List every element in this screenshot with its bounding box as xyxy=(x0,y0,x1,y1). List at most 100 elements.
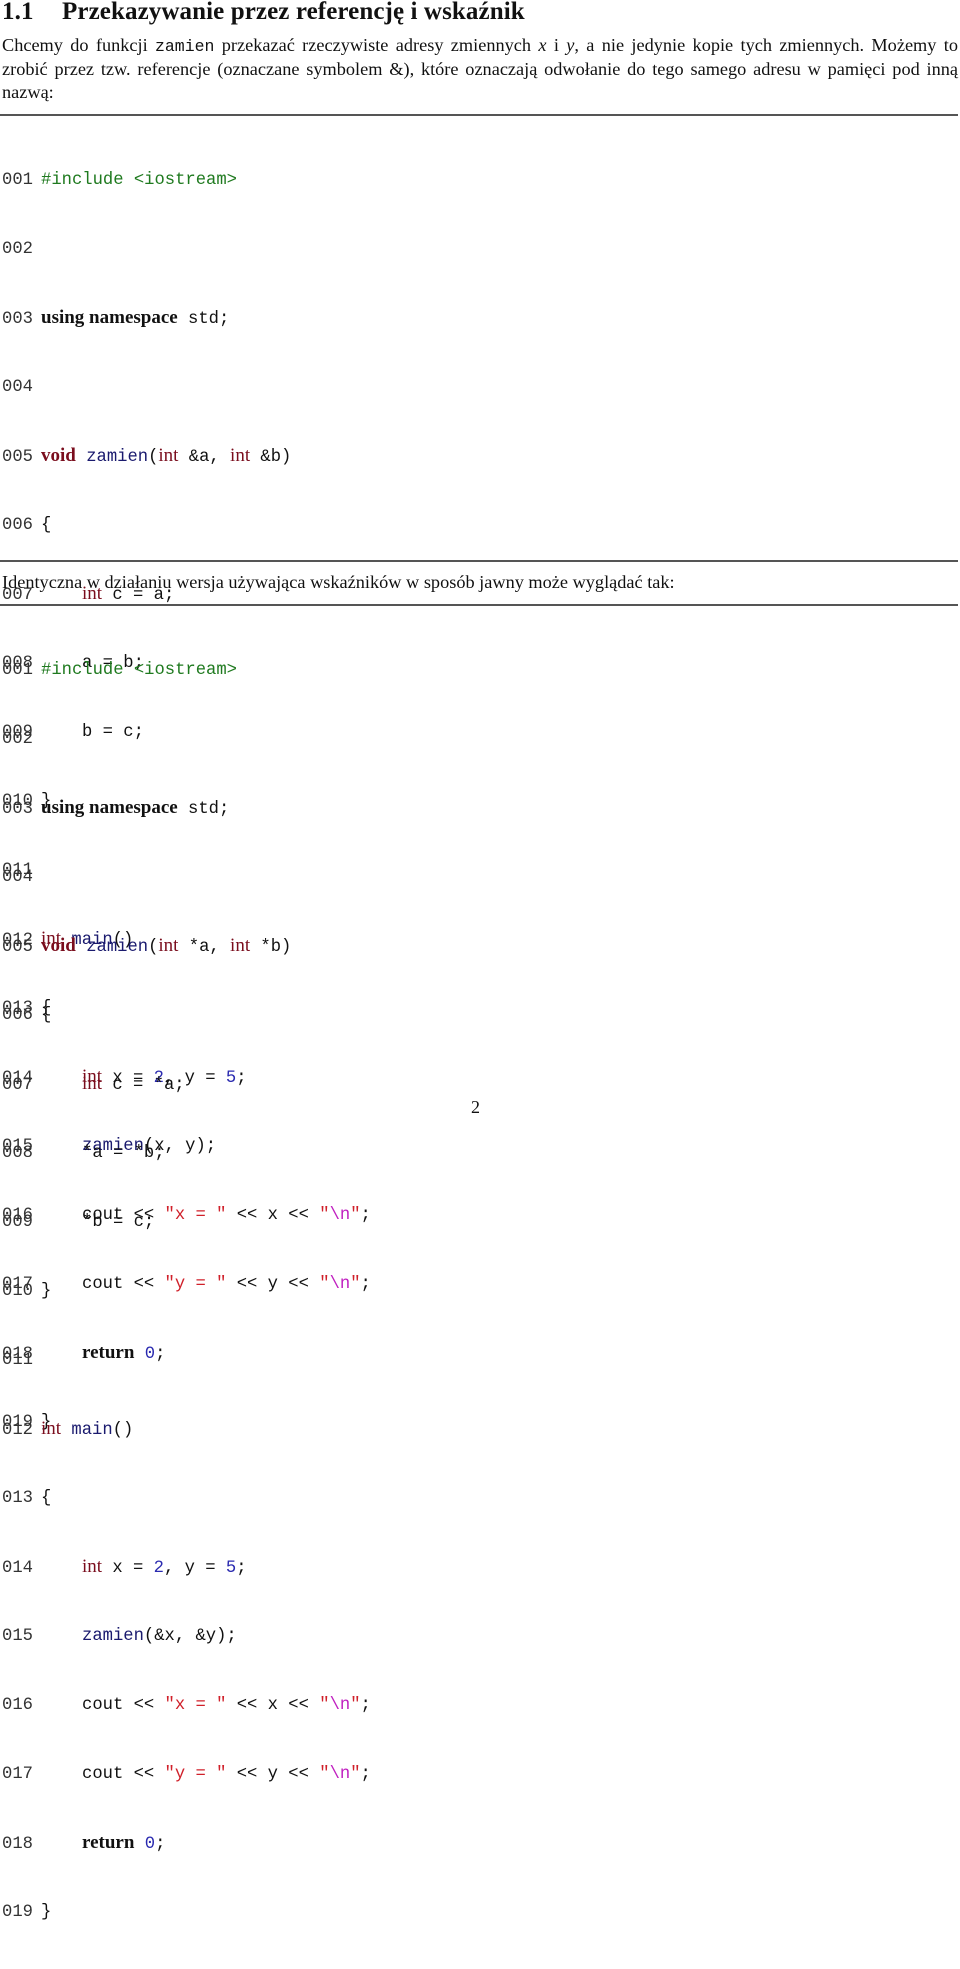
line-number: 012 xyxy=(2,1421,33,1440)
intro-text: Chcemy do funkcji xyxy=(2,35,155,55)
keyword: using namespace xyxy=(41,797,178,818)
code-line: 003 using namespace std; xyxy=(2,796,371,819)
code-line: 014 int x = 2, y = 5; xyxy=(2,1555,371,1578)
code-line: 007 int c = *a; xyxy=(2,1072,371,1095)
string-literal: " xyxy=(319,1696,330,1715)
code-text: { xyxy=(41,516,52,535)
function-name: main xyxy=(71,1421,113,1440)
line-number: 014 xyxy=(2,1559,33,1578)
line-number: 005 xyxy=(2,938,33,957)
code-text: ; xyxy=(236,1559,247,1578)
line-number: 013 xyxy=(2,1489,33,1508)
line-number: 010 xyxy=(2,1282,33,1301)
section-number: 1.1 xyxy=(2,0,34,25)
code-text: ( xyxy=(148,938,159,957)
listing-top-rule xyxy=(0,604,958,606)
line-number: 018 xyxy=(2,1835,33,1854)
code-line: 013 { xyxy=(2,1486,371,1509)
section-title: Przekazywanie przez referencję i wskaźni… xyxy=(62,0,525,25)
keyword: using namespace xyxy=(41,307,178,328)
listing-top-rule xyxy=(0,114,958,116)
code-text: *b = c; xyxy=(82,1213,155,1232)
number-literal: 0 xyxy=(144,1835,156,1854)
code-text: &b) xyxy=(250,448,292,467)
intro-paragraph: Chcemy do funkcji zamien przekazać rzecz… xyxy=(2,34,958,104)
code-line: 012 int main() xyxy=(2,1417,371,1440)
escape-sequence: \n xyxy=(329,1765,351,1784)
preprocessor: #include <iostream> xyxy=(41,661,237,680)
function-name: zamien xyxy=(86,448,149,467)
line-number: 017 xyxy=(2,1765,33,1784)
code-text: (&x, &y); xyxy=(143,1627,237,1646)
line-number: 005 xyxy=(2,448,33,467)
code-line: 017 cout << "y = " << y << "\n"; xyxy=(2,1762,371,1785)
line-number: 009 xyxy=(2,1213,33,1232)
line-number: 006 xyxy=(2,1006,33,1025)
code-text: () xyxy=(112,1421,134,1440)
keyword: return xyxy=(82,1832,135,1853)
code-line: 004 xyxy=(2,865,371,888)
code-line: 003 using namespace std; xyxy=(2,306,371,329)
keyword: int xyxy=(158,935,179,956)
line-number: 006 xyxy=(2,516,33,535)
string-literal: "x = " xyxy=(164,1696,227,1715)
keyword: void xyxy=(41,935,76,956)
code-text: std; xyxy=(177,800,230,819)
string-literal: " xyxy=(319,1765,330,1784)
keyword: int xyxy=(82,1556,103,1577)
code-text: } xyxy=(41,1903,52,1922)
code-listing-pointers: 001 #include <iostream> 002 003 using name… xyxy=(2,612,371,1969)
code-text: *a = *b; xyxy=(82,1144,165,1163)
code-text: c = *a; xyxy=(102,1076,185,1095)
code-text: ; xyxy=(360,1765,371,1784)
number-literal: 2 xyxy=(153,1559,164,1578)
line-number: 004 xyxy=(2,868,33,887)
line-number: 002 xyxy=(2,240,33,259)
code-text: ( xyxy=(148,448,159,467)
code-line: 011 xyxy=(2,1348,371,1371)
code-text: cout << xyxy=(82,1696,165,1715)
code-text: } xyxy=(41,1282,52,1301)
code-line: 005 void zamien(int *a, int *b) xyxy=(2,934,371,957)
function-name: zamien xyxy=(86,938,149,957)
code-text: std; xyxy=(177,310,230,329)
number-literal: 5 xyxy=(225,1559,237,1578)
between-paragraph: Identyczna w działaniu wersja używająca … xyxy=(2,572,675,592)
escape-sequence: \n xyxy=(329,1696,351,1715)
code-text: ; xyxy=(360,1696,371,1715)
keyword: void xyxy=(41,445,76,466)
code-text: << x << xyxy=(226,1696,320,1715)
code-text: << y << xyxy=(226,1765,320,1784)
line-number: 008 xyxy=(2,1144,33,1163)
string-literal: " xyxy=(350,1696,361,1715)
line-number: 003 xyxy=(2,800,33,819)
code-text: &a, xyxy=(178,448,231,467)
keyword: int xyxy=(158,445,179,466)
code-text: { xyxy=(41,1006,52,1025)
code-line: 006 { xyxy=(2,513,371,536)
code-line: 010} xyxy=(2,1279,371,1302)
line-number: 002 xyxy=(2,730,33,749)
line-number: 016 xyxy=(2,1696,33,1715)
code-text: , y = xyxy=(163,1559,226,1578)
code-line: 001 #include <iostream> xyxy=(2,658,371,681)
preprocessor: #include <iostream> xyxy=(41,171,237,190)
keyword: int xyxy=(230,445,251,466)
keyword: int xyxy=(82,1073,103,1094)
code-line: 016 cout << "x = " << x << "\n"; xyxy=(2,1693,371,1716)
code-text: *b) xyxy=(250,938,292,957)
code-line: 002 xyxy=(2,237,371,260)
string-literal: " xyxy=(350,1765,361,1784)
string-literal: "y = " xyxy=(164,1765,227,1784)
code-line: 008 *a = *b; xyxy=(2,1141,371,1164)
code-line: 019} xyxy=(2,1900,371,1923)
code-text: cout << xyxy=(82,1765,165,1784)
code-line: 015 zamien(&x, &y); xyxy=(2,1624,371,1647)
code-text: x = xyxy=(102,1559,154,1578)
intro-text: i xyxy=(546,35,567,55)
line-number: 001 xyxy=(2,171,33,190)
code-line: 006 { xyxy=(2,1003,371,1026)
code-text: { xyxy=(41,1489,52,1508)
keyword: int xyxy=(41,1418,62,1439)
line-number: 001 xyxy=(2,661,33,680)
